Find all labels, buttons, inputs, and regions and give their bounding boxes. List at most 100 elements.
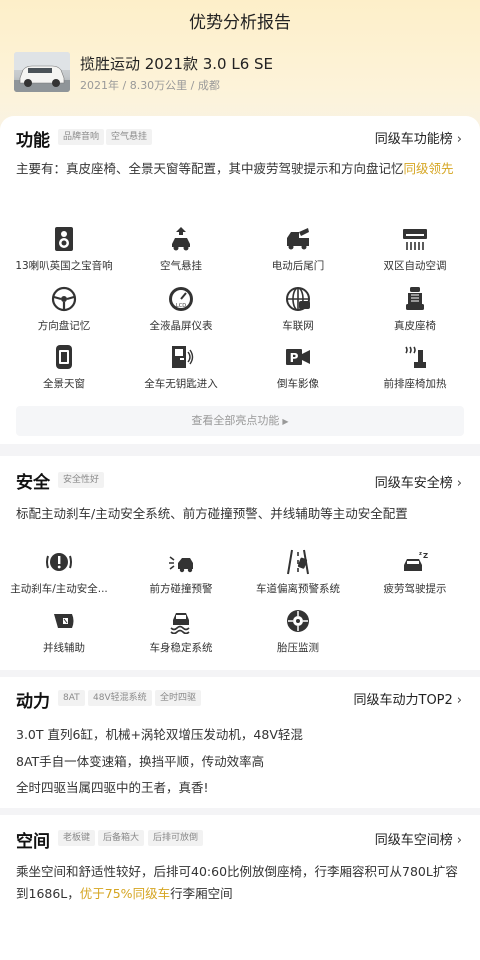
- safety-card: 安全 安全性好 同级车安全榜 › 标配主动刹车/主动安全系统、前方碰撞预警、并线辅…: [0, 456, 480, 670]
- car-name: 揽胜运动 2021款 3.0 L6 SE: [80, 55, 274, 73]
- power-line: 3.0T 直列6缸，机械+涡轮双增压发动机，48V轻混: [16, 727, 303, 742]
- safety-item[interactable]: 前方碰撞预警: [126, 549, 236, 596]
- space-rank-label: 同级车空间榜: [374, 833, 453, 848]
- feature-item[interactable]: 真皮座椅: [360, 286, 470, 333]
- feature-label: 双区自动空调: [383, 260, 447, 272]
- feature-item[interactable]: 空气悬挂: [126, 226, 236, 273]
- power-rank-label: 同级车动力TOP2: [353, 693, 453, 708]
- collision-warning-icon: [169, 556, 193, 573]
- feature-label: 电动后尾门: [271, 260, 325, 272]
- svg-text:LCD: LCD: [176, 303, 186, 309]
- view-all-features-button[interactable]: 查看全部亮点功能 ▶: [16, 406, 464, 436]
- feature-label: 倒车影像: [277, 378, 319, 390]
- safety-item[interactable]: 车身稳定系统: [126, 608, 236, 655]
- svg-text:P: P: [290, 351, 299, 365]
- lane-departure-icon: [287, 549, 309, 575]
- chevron-right-icon: ›: [456, 476, 462, 491]
- feature-item[interactable]: 方向盘记忆: [9, 286, 119, 333]
- safety-item[interactable]: 主动刹车/主动安全...: [4, 549, 114, 596]
- function-title: 功能: [16, 131, 50, 151]
- power-tailgate-icon: [287, 228, 309, 250]
- safety-label: 疲劳驾驶提示: [383, 583, 447, 595]
- safety-rank-label: 同级车安全榜: [374, 476, 453, 491]
- space-rank-link[interactable]: 同级车空间榜 ›: [375, 829, 462, 848]
- feature-item[interactable]: LCD 全液晶屏仪表: [126, 286, 236, 333]
- space-tag: 后排可放倒: [148, 830, 204, 846]
- active-brake-icon: [46, 553, 72, 571]
- power-tag: 全时四驱: [155, 690, 202, 706]
- space-desc-suffix: 行李厢空间: [170, 886, 233, 901]
- safety-item[interactable]: 并线辅助: [9, 608, 119, 655]
- space-tag: 老板键: [58, 830, 96, 846]
- power-tag: 8AT: [58, 690, 85, 706]
- space-card: 空间 老板键 后备箱大 后排可放倒 同级车空间榜 › 乘坐空间和舒适性较好，后排可…: [0, 815, 480, 960]
- car-meta: 2021年 / 8.30万公里 / 成都: [80, 79, 220, 92]
- function-card: 功能 品牌音响 空气悬挂 同级车功能榜 › 主要有：真皮座椅、全景天窗等配置，其中…: [0, 116, 480, 444]
- car-thumbnail[interactable]: [14, 52, 70, 92]
- reverse-camera-icon: P: [286, 349, 310, 365]
- function-rank-link[interactable]: 同级车功能榜 ›: [375, 128, 462, 147]
- safety-item[interactable]: 车道偏离预警系统: [243, 549, 353, 596]
- feature-label: 前排座椅加热: [383, 378, 447, 390]
- steering-memory-icon: [51, 286, 77, 312]
- feature-item[interactable]: 全车无钥匙进入: [126, 344, 236, 391]
- feature-item[interactable]: 13喇叭英国之宝音响: [9, 226, 119, 273]
- safety-label: 车道偏离预警系统: [256, 583, 340, 595]
- chevron-right-icon: ›: [456, 132, 462, 147]
- power-rank-link[interactable]: 同级车动力TOP2 ›: [354, 689, 463, 708]
- leather-seat-icon: [406, 287, 424, 310]
- function-desc-text: 主要有：真皮座椅、全景天窗等配置，其中疲劳驾驶提示和方向盘记忆: [16, 161, 404, 176]
- dual-zone-ac-icon: [403, 229, 427, 250]
- seat-heating-icon: [405, 346, 426, 368]
- safety-tag: 安全性好: [58, 472, 105, 488]
- safety-description: 标配主动刹车/主动安全系统、前方碰撞预警、并线辅助等主动安全配置: [16, 506, 408, 521]
- space-tag: 后备箱大: [98, 830, 145, 846]
- svg-text:z: z: [419, 551, 422, 557]
- safety-label: 前方碰撞预警: [149, 583, 213, 595]
- safety-rank-link[interactable]: 同级车安全榜 ›: [375, 472, 462, 491]
- feature-item[interactable]: 车联网: [243, 286, 353, 333]
- fatigue-alert-icon: Zz: [404, 551, 428, 571]
- feature-label: 全车无钥匙进入: [144, 378, 218, 390]
- function-desc-highlight: 同级领先: [403, 161, 454, 176]
- power-card: 动力 8AT 48V轻混系统 全时四驱 同级车动力TOP2 › 3.0T 直列6缸…: [0, 677, 480, 808]
- safety-item[interactable]: 胎压监测: [243, 608, 353, 655]
- panoramic-sunroof-icon: [56, 345, 72, 369]
- keyless-entry-icon: [172, 346, 194, 368]
- safety-label: 胎压监测: [277, 642, 319, 654]
- power-title: 动力: [16, 692, 50, 712]
- lcd-dashboard-icon: LCD: [169, 287, 193, 311]
- tire-pressure-icon: [287, 610, 309, 632]
- page-title: 优势分析报告: [189, 13, 291, 33]
- function-tag: 品牌音响: [58, 129, 105, 145]
- feature-label: 方向盘记忆: [37, 320, 91, 332]
- space-title: 空间: [16, 832, 50, 852]
- function-tag: 空气悬挂: [106, 129, 153, 145]
- connected-car-icon: [286, 287, 310, 311]
- feature-label: 全液晶屏仪表: [149, 320, 213, 332]
- space-desc-highlight: 优于75%同级车: [79, 886, 171, 901]
- power-line: 全时四驱当属四驱中的王者，真香!: [16, 780, 209, 795]
- feature-label: 真皮座椅: [394, 320, 436, 332]
- speaker-icon: [55, 227, 73, 251]
- triangle-right-icon: ▶: [282, 417, 289, 426]
- chevron-right-icon: ›: [456, 833, 462, 848]
- feature-item[interactable]: 全景天窗: [9, 344, 119, 391]
- safety-label: 车身稳定系统: [149, 642, 213, 654]
- blind-spot-icon: [54, 614, 74, 628]
- chevron-right-icon: ›: [456, 693, 462, 708]
- stability-control-icon: [170, 613, 190, 634]
- feature-item[interactable]: P 倒车影像: [243, 344, 353, 391]
- safety-title: 安全: [16, 473, 50, 493]
- feature-label: 13喇叭英国之宝音响: [15, 260, 113, 272]
- feature-label: 车联网: [282, 320, 314, 332]
- feature-item[interactable]: 电动后尾门: [243, 226, 353, 273]
- air-suspension-icon: [172, 227, 190, 251]
- feature-item[interactable]: 前排座椅加热: [360, 344, 470, 391]
- safety-item[interactable]: Zz 疲劳驾驶提示: [360, 549, 470, 596]
- power-tag: 48V轻混系统: [88, 690, 152, 706]
- function-description: 主要有：真皮座椅、全景天窗等配置，其中疲劳驾驶提示和方向盘记忆同级领先: [16, 158, 464, 180]
- feature-item[interactable]: 双区自动空调: [360, 226, 470, 273]
- feature-label: 全景天窗: [43, 378, 85, 390]
- function-rank-label: 同级车功能榜: [374, 132, 453, 147]
